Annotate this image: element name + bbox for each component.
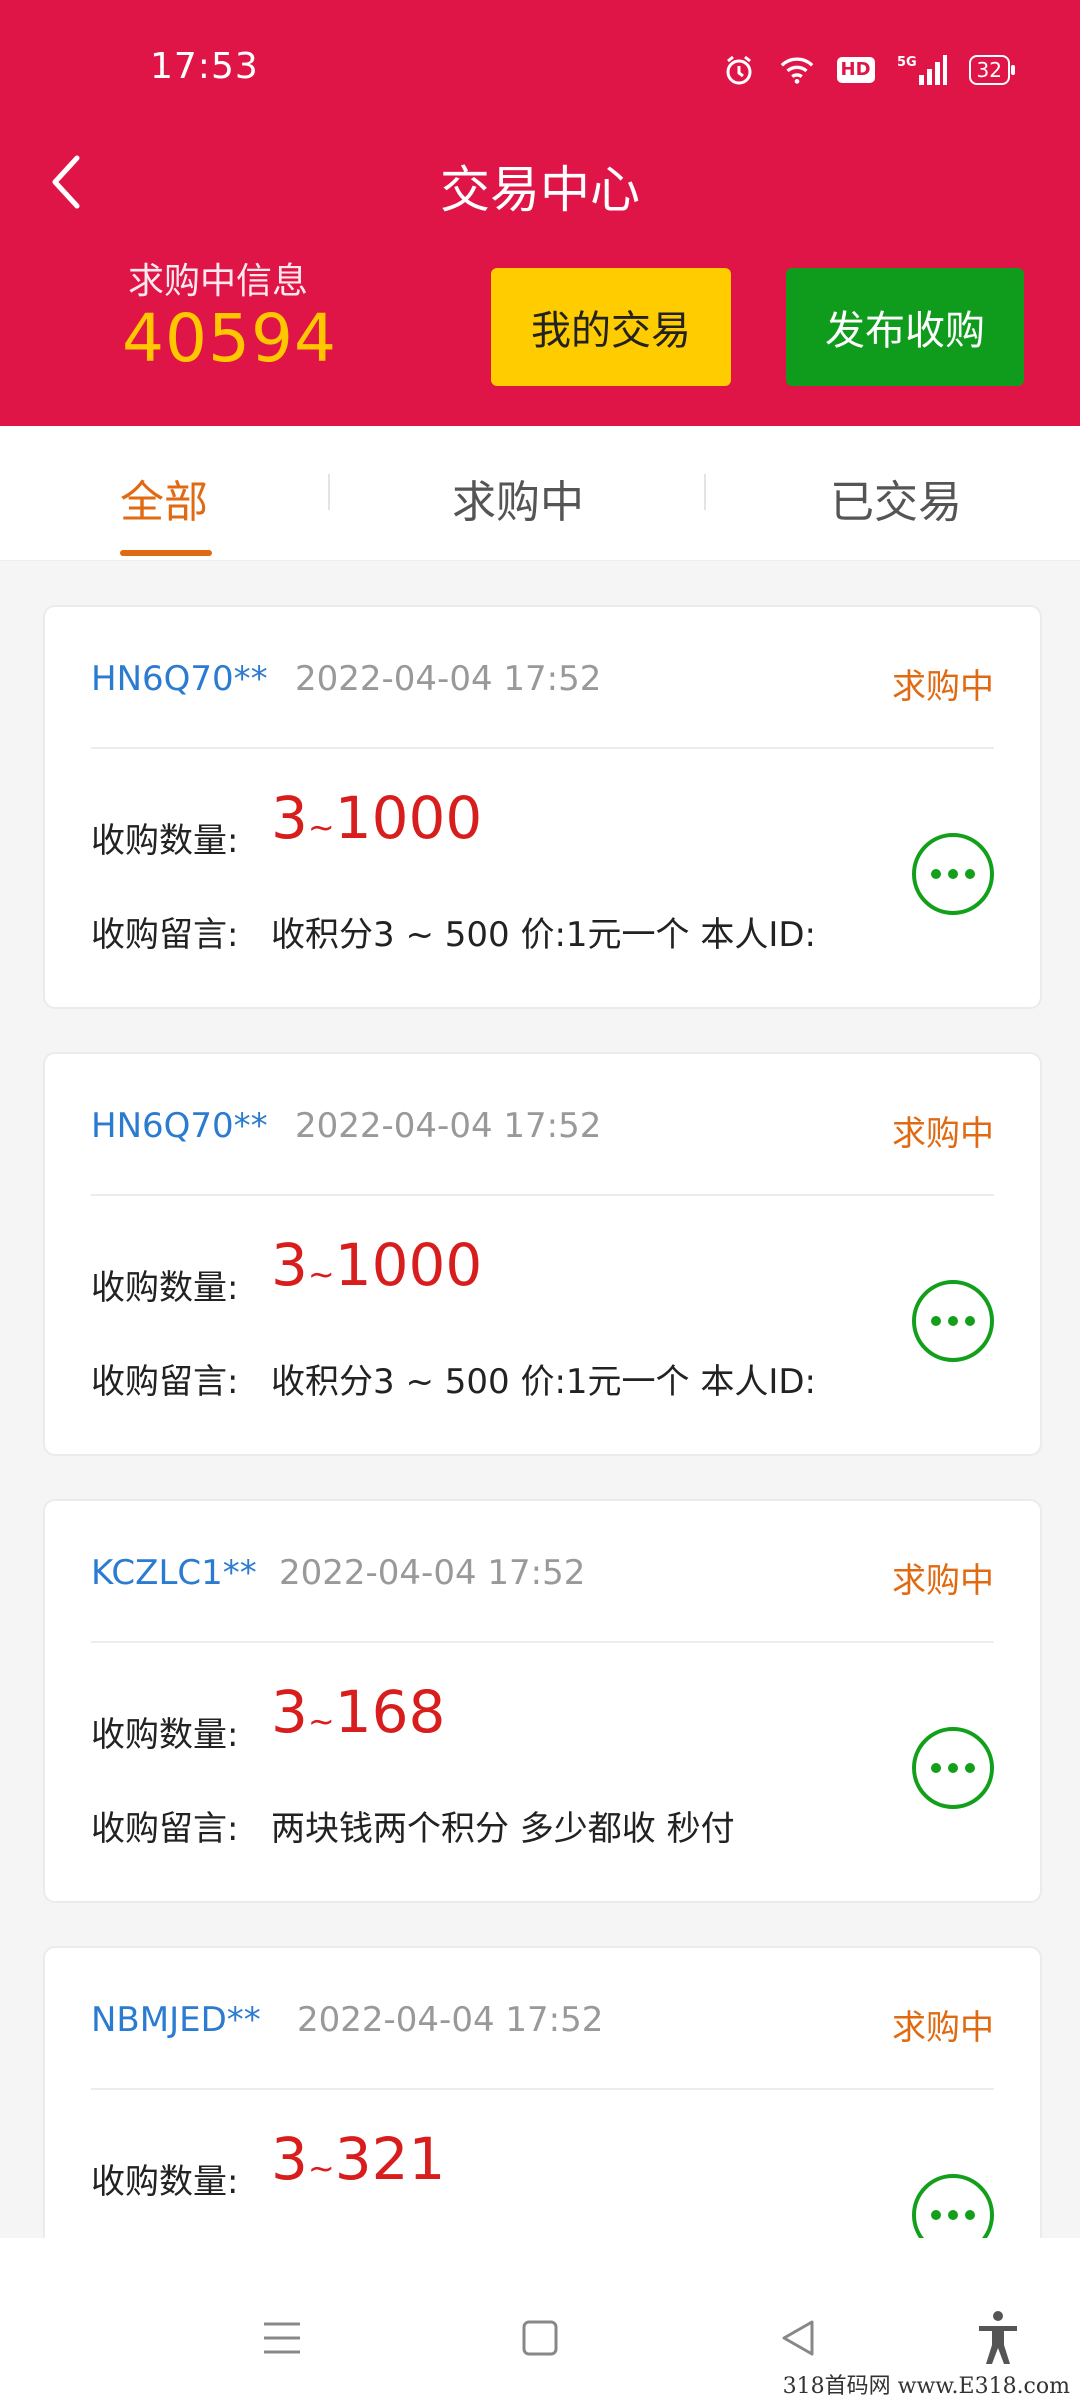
msg-label: 收购留言: — [91, 1362, 239, 1402]
more-options-button[interactable] — [912, 833, 994, 915]
accessibility-icon — [979, 2311, 1017, 2364]
card-divider — [91, 2088, 994, 2090]
trade-card[interactable]: HN6Q70** 2022-04-04 17:52 求购中 收购数量: 3~10… — [43, 605, 1042, 1009]
tab-buying[interactable]: 求购中 — [452, 466, 584, 530]
card-user-id: HN6Q70** — [91, 1106, 268, 1146]
card-status: 求购中 — [892, 1114, 994, 1154]
stat-value: 40594 — [122, 300, 337, 377]
signal-5g-icon: 5G — [897, 52, 947, 88]
status-time: 17:53 — [150, 46, 259, 87]
qty-label: 收购数量: — [91, 1268, 239, 1308]
svg-text:5G: 5G — [897, 55, 917, 70]
msg-label: 收购留言: — [91, 1809, 239, 1849]
stat-label: 求购中信息 — [128, 261, 309, 302]
qty-value: 3~168 — [271, 1678, 446, 1746]
battery-indicator: 32 — [968, 55, 1016, 85]
tab-traded[interactable]: 已交易 — [830, 466, 962, 530]
card-user-id: KCZLC1** — [91, 1553, 257, 1593]
qty-value: 3~1000 — [271, 784, 483, 852]
tab-bar: 全部 求购中 已交易 — [0, 426, 1080, 561]
card-status: 求购中 — [892, 1561, 994, 1601]
tab-all[interactable]: 全部 — [120, 466, 208, 530]
accessibility-button[interactable] — [968, 2308, 1028, 2368]
hd-icon: HD — [836, 57, 875, 83]
tab-divider — [328, 474, 330, 510]
msg-text: 收积分3 ~ 500 价:1元一个 本人ID: — [271, 915, 816, 955]
qty-value: 3~321 — [271, 2125, 446, 2193]
qty-label: 收购数量: — [91, 1715, 239, 1755]
card-status: 求购中 — [892, 2008, 994, 2048]
qty-value: 3~1000 — [271, 1231, 483, 1299]
home-square-icon — [522, 2320, 558, 2356]
my-trades-button[interactable]: 我的交易 — [491, 268, 731, 386]
card-date: 2022-04-04 17:52 — [295, 659, 602, 699]
card-divider — [91, 1194, 994, 1196]
card-date: 2022-04-04 17:52 — [279, 1553, 586, 1593]
nav-back-button[interactable] — [768, 2308, 828, 2368]
msg-text: 收积分3 ~ 500 价:1元一个 本人ID: — [271, 1362, 816, 1402]
app-header: 17:53 HD 5G 32 交易中心 求购中信息 40594 我的交易 发布收… — [0, 0, 1080, 426]
card-date: 2022-04-04 17:52 — [297, 2000, 604, 2040]
more-options-button[interactable] — [912, 1727, 994, 1809]
back-triangle-icon — [782, 2320, 814, 2356]
status-icons: HD 5G 32 — [721, 52, 1016, 88]
post-purchase-button[interactable]: 发布收购 — [786, 268, 1024, 386]
card-user-id: HN6Q70** — [91, 659, 268, 699]
card-status: 求购中 — [892, 667, 994, 707]
card-divider — [91, 1641, 994, 1643]
trade-card[interactable]: HN6Q70** 2022-04-04 17:52 求购中 收购数量: 3~10… — [43, 1052, 1042, 1456]
card-divider — [91, 747, 994, 749]
wifi-icon — [779, 52, 815, 88]
qty-label: 收购数量: — [91, 821, 239, 861]
card-date: 2022-04-04 17:52 — [295, 1106, 602, 1146]
card-user-id: NBMJED** — [91, 2000, 261, 2040]
more-options-button[interactable] — [912, 1280, 994, 1362]
alarm-icon — [721, 52, 757, 88]
home-button[interactable] — [510, 2308, 570, 2368]
msg-label: 收购留言: — [91, 915, 239, 955]
menu-button[interactable] — [252, 2308, 312, 2368]
active-tab-indicator — [120, 550, 212, 556]
trade-card[interactable]: KCZLC1** 2022-04-04 17:52 求购中 收购数量: 3~16… — [43, 1499, 1042, 1903]
watermark: 318首码网 www.E318.com — [782, 2374, 1070, 2399]
menu-icon — [264, 2322, 300, 2354]
qty-label: 收购数量: — [91, 2162, 239, 2202]
tab-divider — [704, 474, 706, 510]
msg-text: 两块钱两个积分 多少都收 秒付 — [271, 1809, 735, 1849]
page-title: 交易中心 — [440, 161, 640, 219]
